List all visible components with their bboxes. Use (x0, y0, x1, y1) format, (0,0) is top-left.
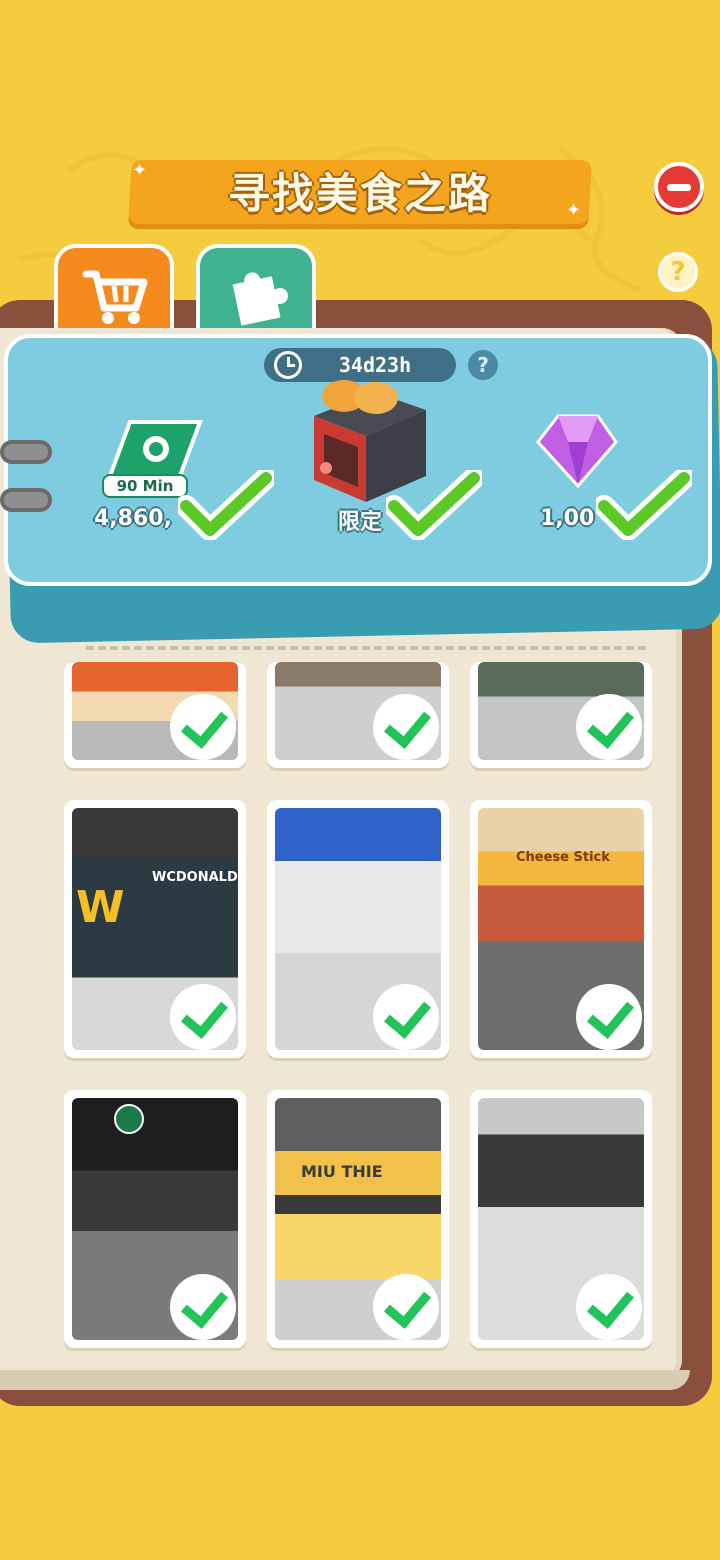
check-icon (170, 984, 236, 1050)
puzzle-piece-icon (232, 272, 288, 326)
claimed-check-icon (178, 470, 274, 540)
restaurant-card[interactable]: W WCDONALD (64, 800, 246, 1058)
divider (86, 646, 646, 650)
clock-icon (274, 351, 302, 379)
binder-ring (0, 440, 52, 464)
check-icon (373, 984, 439, 1050)
binder-ring (0, 488, 52, 512)
shop-sign: MIU THIE (301, 1162, 383, 1181)
book-page-edge (0, 1370, 690, 1390)
check-icon (170, 1274, 236, 1340)
timer-help-button[interactable]: ? (468, 350, 498, 380)
restaurant-card[interactable]: Cheese Stick (470, 800, 652, 1058)
shopping-cart-icon (82, 270, 148, 324)
sparkle-icon: ✦ (566, 200, 582, 221)
help-button[interactable]: ? (658, 252, 698, 292)
check-icon (576, 1274, 642, 1340)
close-button[interactable] (654, 162, 704, 212)
tab-puzzle[interactable] (196, 244, 316, 334)
reward-badge: 90 Min (102, 474, 188, 498)
sparkle-icon: ✦ (132, 160, 148, 181)
shop-sign: WCDONALD (152, 870, 238, 885)
page-title: 寻找美食之路 (227, 169, 492, 218)
reward-amount: 4,860, (94, 506, 172, 531)
check-icon (170, 694, 236, 760)
check-icon (373, 1274, 439, 1340)
timer-text: 34d23h (338, 353, 412, 377)
shop-sign: Cheese Stick (516, 850, 610, 865)
arches-logo-icon: W (76, 882, 125, 933)
check-icon (576, 694, 642, 760)
coffee-logo-icon (114, 1104, 144, 1134)
claimed-check-icon (596, 470, 692, 540)
restaurant-card[interactable] (267, 662, 449, 768)
tab-shop[interactable] (54, 244, 174, 334)
check-icon (373, 694, 439, 760)
claimed-check-icon (386, 470, 482, 540)
restaurant-card[interactable] (470, 662, 652, 768)
restaurant-card[interactable] (64, 1090, 246, 1348)
reward-limited-label: 限定 (338, 510, 383, 535)
restaurant-card[interactable] (64, 662, 246, 768)
restaurant-card[interactable] (267, 800, 449, 1058)
reward-amount: 1,00 (540, 506, 595, 531)
restaurant-card[interactable] (470, 1090, 652, 1348)
check-icon (576, 984, 642, 1050)
restaurant-card[interactable]: MIU THIE (267, 1090, 449, 1348)
